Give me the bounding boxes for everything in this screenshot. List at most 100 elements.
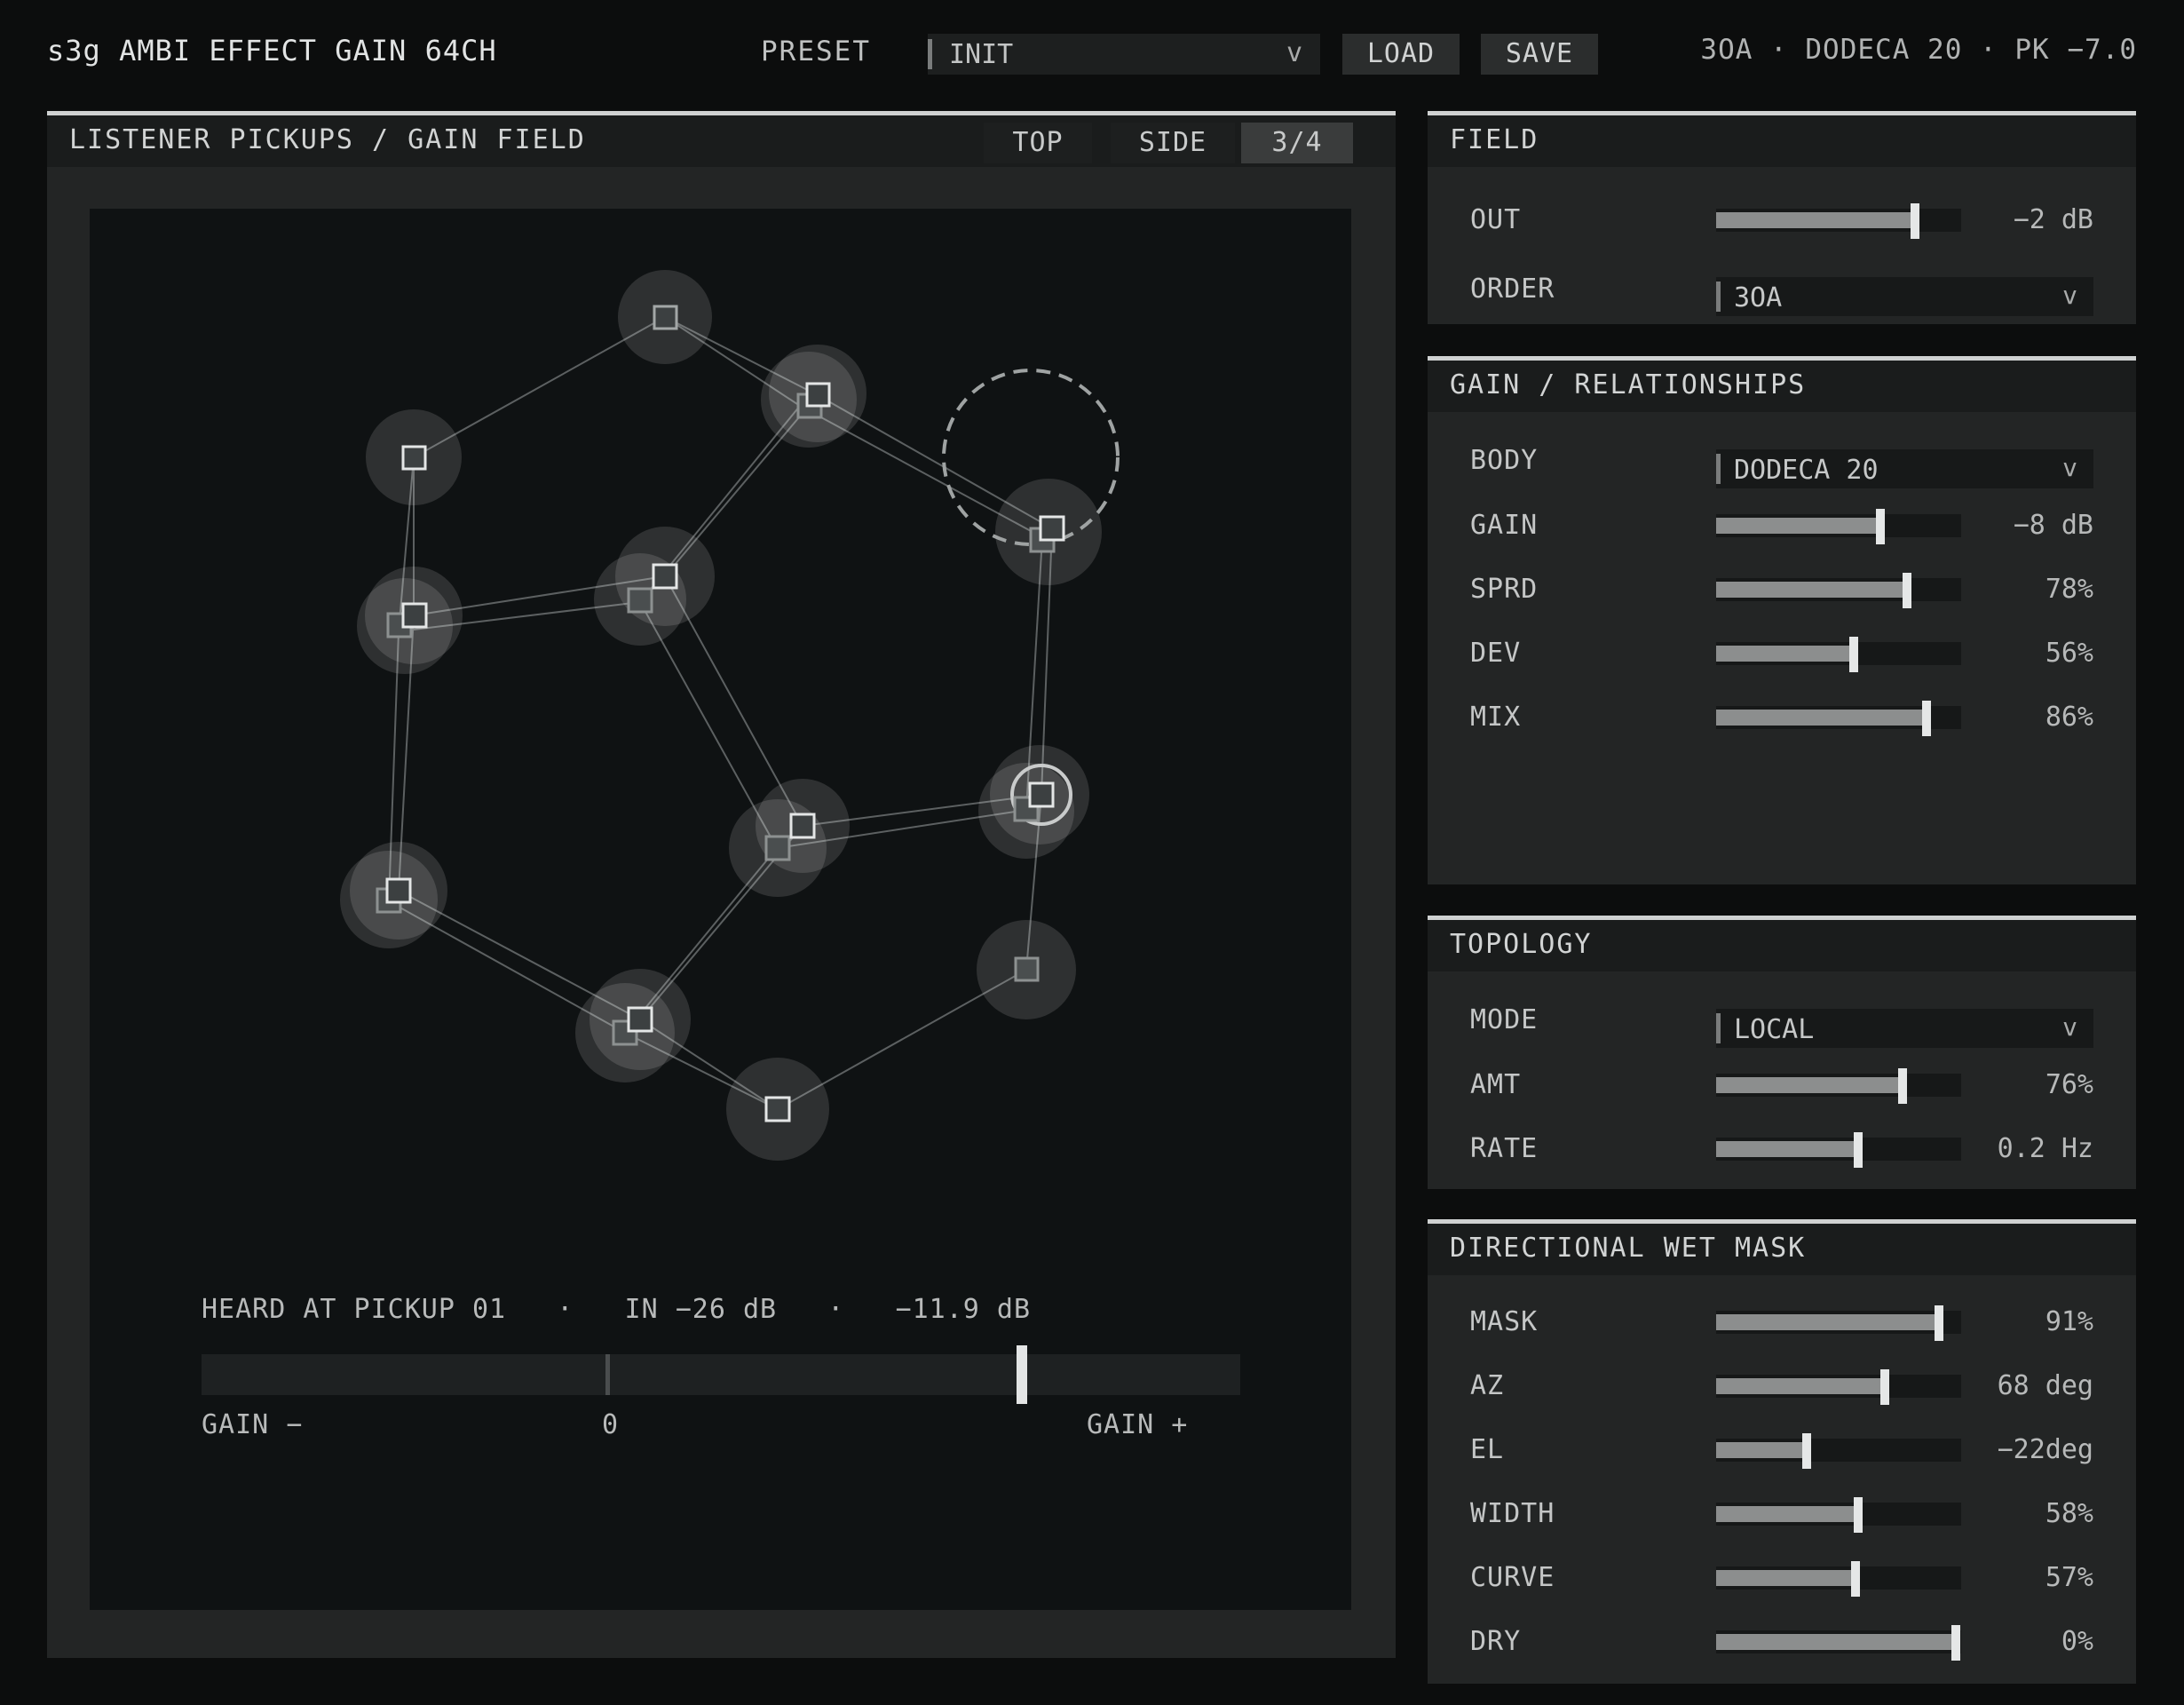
rate-slider[interactable]: [1716, 1132, 1961, 1168]
directional-wet-mask-panel: DIRECTIONAL WET MASK MASK 91% AZ 68 deg …: [1428, 1219, 2136, 1684]
select-marker: [928, 39, 932, 69]
slider-thumb[interactable]: [1911, 203, 1919, 239]
gain-meter-handle[interactable]: [1017, 1345, 1027, 1404]
heard-readout: HEARD AT PICKUP 01 · IN −26 dB · −11.9 d…: [202, 1294, 1032, 1325]
load-button[interactable]: LOAD: [1342, 34, 1460, 75]
amt-slider[interactable]: [1716, 1068, 1961, 1104]
mask-value: 91%: [2045, 1306, 2093, 1337]
slider-thumb[interactable]: [1903, 573, 1911, 608]
order-select[interactable]: 3OA v: [1716, 277, 2093, 316]
mode-select[interactable]: LOCAL v: [1716, 1009, 2093, 1048]
mix-label: MIX: [1470, 702, 1522, 733]
preset-label: PRESET: [761, 36, 871, 67]
chevron-down-icon: v: [2062, 1012, 2077, 1042]
panel-title: FIELD: [1450, 124, 1539, 155]
slider-thumb[interactable]: [1851, 1561, 1860, 1597]
curve-value: 57%: [2045, 1562, 2093, 1593]
dev-value: 56%: [2045, 638, 2093, 669]
chevron-down-icon: v: [2062, 453, 2077, 482]
slider-thumb[interactable]: [1854, 1497, 1863, 1533]
field-panel: FIELD OUT −2 dB ORDER 3OA v: [1428, 111, 2136, 324]
mask-slider[interactable]: [1716, 1305, 1961, 1341]
az-slider[interactable]: [1716, 1369, 1961, 1405]
gain-zero-tick: [605, 1354, 610, 1395]
el-slider[interactable]: [1716, 1433, 1961, 1469]
panel-title: LISTENER PICKUPS / GAIN FIELD: [69, 124, 586, 155]
mode-label: MODE: [1470, 1004, 1539, 1035]
dev-slider[interactable]: [1716, 637, 1961, 672]
gain-plus-label: GAIN +: [1087, 1409, 1189, 1440]
tab-side[interactable]: SIDE: [1111, 123, 1235, 163]
preset-select[interactable]: INIT v: [928, 34, 1320, 75]
order-value: 3OA: [1734, 282, 1783, 313]
dev-label: DEV: [1470, 638, 1522, 669]
slider-thumb[interactable]: [1802, 1433, 1811, 1469]
rate-value: 0.2 Hz: [1997, 1133, 2093, 1164]
slider-fill: [1716, 518, 1880, 534]
panel-header: DIRECTIONAL WET MASK: [1428, 1224, 2136, 1275]
slider-fill: [1716, 1378, 1885, 1394]
slider-thumb[interactable]: [1880, 1369, 1889, 1405]
el-value: −22deg: [1997, 1434, 2093, 1465]
width-slider[interactable]: [1716, 1497, 1961, 1533]
dry-slider[interactable]: [1716, 1625, 1961, 1661]
slider-thumb[interactable]: [1951, 1625, 1960, 1661]
az-value: 68 deg: [1997, 1370, 2093, 1401]
out-value: −2 dB: [2013, 204, 2093, 235]
slider-thumb[interactable]: [1935, 1305, 1943, 1341]
dry-label: DRY: [1470, 1626, 1522, 1657]
dry-value: 0%: [2061, 1626, 2093, 1657]
pickup-graph[interactable]: [90, 209, 1351, 1610]
select-marker: [1716, 282, 1721, 312]
sprd-value: 78%: [2045, 574, 2093, 605]
curve-slider[interactable]: [1716, 1561, 1961, 1597]
preset-value: INIT: [949, 39, 1014, 70]
slider-thumb[interactable]: [1849, 637, 1858, 672]
slider-thumb[interactable]: [1854, 1132, 1863, 1168]
slider-thumb[interactable]: [1876, 509, 1885, 544]
gain-slider[interactable]: [1716, 509, 1961, 544]
gain-zero-label: 0: [602, 1409, 620, 1440]
app-title: s3g AMBI EFFECT GAIN 64CH: [47, 34, 497, 67]
gain-meter-track[interactable]: [202, 1354, 1240, 1395]
panel-header: GAIN / RELATIONSHIPS: [1428, 361, 2136, 412]
chevron-down-icon: v: [2062, 281, 2077, 310]
slider-fill: [1716, 710, 1927, 726]
panel-title: GAIN / RELATIONSHIPS: [1450, 369, 1807, 400]
mask-label: MASK: [1470, 1306, 1539, 1337]
out-label: OUT: [1470, 204, 1522, 235]
rate-label: RATE: [1470, 1133, 1539, 1164]
slider-fill: [1716, 212, 1915, 228]
slider-thumb[interactable]: [1898, 1068, 1907, 1104]
slider-fill: [1716, 646, 1854, 662]
slider-thumb[interactable]: [1922, 701, 1931, 736]
slider-fill: [1716, 1442, 1807, 1458]
slider-fill: [1716, 1314, 1939, 1330]
tab-three-quarter[interactable]: 3/4: [1241, 123, 1353, 163]
panel-title: DIRECTIONAL WET MASK: [1450, 1233, 1807, 1264]
mix-value: 86%: [2045, 702, 2093, 733]
chevron-down-icon: v: [1286, 37, 1302, 68]
gain-value: −8 dB: [2013, 510, 2093, 541]
panel-header: FIELD: [1428, 115, 2136, 167]
gain-field-canvas[interactable]: HEARD AT PICKUP 01 · IN −26 dB · −11.9 d…: [90, 209, 1351, 1610]
mix-slider[interactable]: [1716, 701, 1961, 736]
amt-label: AMT: [1470, 1069, 1522, 1100]
topology-panel: TOPOLOGY MODE LOCAL v AMT 76% RATE 0.2 H…: [1428, 916, 2136, 1189]
status-readout: 3OA · DODECA 20 · PK −7.0: [1700, 34, 2137, 66]
gain-label: GAIN: [1470, 510, 1539, 541]
save-button[interactable]: SAVE: [1481, 34, 1598, 75]
panel-title: TOPOLOGY: [1450, 929, 1593, 960]
body-select[interactable]: DODECA 20 v: [1716, 449, 2093, 488]
slider-fill: [1716, 1570, 1856, 1586]
gain-relationships-panel: GAIN / RELATIONSHIPS BODY DODECA 20 v GA…: [1428, 356, 2136, 884]
tab-top[interactable]: TOP: [984, 123, 1092, 163]
sprd-slider[interactable]: [1716, 573, 1961, 608]
sprd-label: SPRD: [1470, 574, 1539, 605]
width-value: 58%: [2045, 1498, 2093, 1529]
slider-fill: [1716, 1506, 1858, 1522]
pickup-markers[interactable]: [385, 305, 1065, 1122]
select-marker: [1716, 1013, 1721, 1043]
out-slider[interactable]: [1716, 203, 1961, 239]
slider-fill: [1716, 1141, 1858, 1157]
